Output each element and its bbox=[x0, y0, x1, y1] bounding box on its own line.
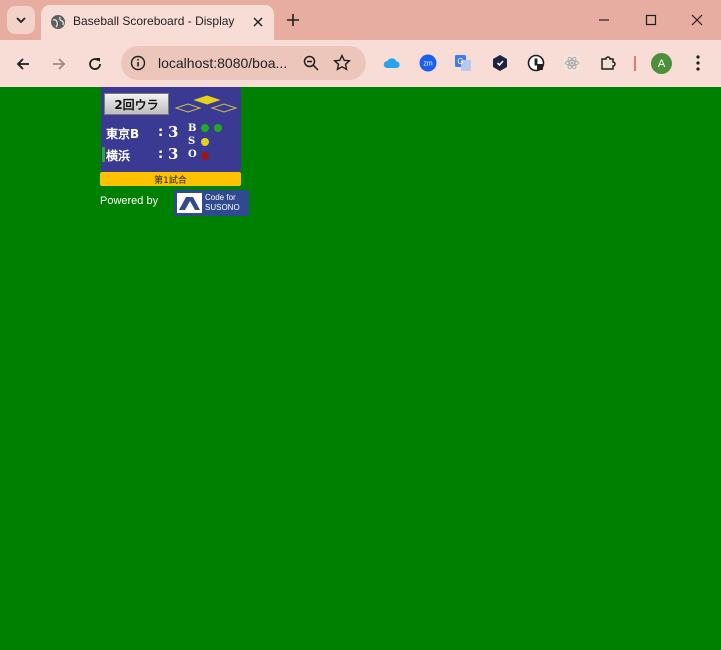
balls-dot bbox=[214, 124, 222, 132]
first-base bbox=[210, 103, 237, 113]
kebab-menu-icon bbox=[696, 55, 700, 71]
team-colon: : bbox=[158, 125, 164, 140]
extensions-button[interactable] bbox=[598, 53, 618, 73]
extension-shield[interactable] bbox=[490, 53, 510, 73]
extension-password[interactable] bbox=[526, 53, 546, 73]
extension-zoom[interactable]: zm bbox=[418, 53, 438, 73]
extension-translate[interactable]: G bbox=[453, 53, 473, 73]
react-icon bbox=[564, 55, 580, 71]
game-number-label: 第1試合 bbox=[100, 172, 241, 186]
team-score: 3 bbox=[168, 145, 179, 163]
powered-by-text: Powered by bbox=[100, 195, 159, 207]
zoom-meetings-icon: zm bbox=[419, 54, 437, 72]
close-icon bbox=[253, 17, 263, 27]
balls-dot bbox=[201, 124, 209, 132]
strikes-dot bbox=[201, 138, 209, 146]
svg-text:G: G bbox=[457, 57, 463, 66]
info-icon[interactable] bbox=[130, 55, 146, 71]
maximize-button[interactable] bbox=[638, 8, 664, 32]
globe-icon bbox=[51, 15, 65, 29]
tab-title: Baseball Scoreboard - Display bbox=[73, 14, 235, 28]
reload-button[interactable] bbox=[82, 51, 108, 77]
tab-close-button[interactable] bbox=[249, 13, 267, 31]
minimize-button[interactable] bbox=[591, 8, 617, 32]
translate-icon: G bbox=[455, 55, 471, 71]
cloud-icon bbox=[383, 58, 400, 68]
plus-icon bbox=[287, 14, 299, 26]
shield-icon bbox=[493, 55, 507, 71]
minimize-icon bbox=[599, 19, 609, 21]
batting-team-marker bbox=[102, 147, 105, 162]
scoreboard: 2回ウラ 東京B : 3 横浜 : 3 B S O bbox=[101, 87, 241, 172]
arrow-left-icon bbox=[16, 58, 29, 70]
strikes-label: S bbox=[188, 136, 196, 147]
outs-label: O bbox=[188, 149, 197, 160]
address-bar[interactable]: localhost:8080/boa... bbox=[121, 46, 366, 80]
back-button[interactable] bbox=[10, 51, 36, 77]
extension-cloud[interactable] bbox=[382, 53, 402, 73]
code-for-logo-mark-icon bbox=[177, 193, 202, 213]
team-score: 3 bbox=[168, 123, 179, 141]
second-base bbox=[193, 95, 221, 105]
extension-react[interactable] bbox=[562, 53, 582, 73]
arrow-right-icon bbox=[53, 58, 66, 70]
chevron-down-icon bbox=[16, 17, 26, 24]
browser-toolbar: localhost:8080/boa... zm G A bbox=[0, 40, 721, 87]
tab-search-button[interactable] bbox=[7, 6, 35, 34]
balls-label: B bbox=[188, 123, 197, 134]
forward-button[interactable] bbox=[46, 51, 72, 77]
star-icon[interactable] bbox=[332, 53, 352, 73]
inning-indicator: 2回ウラ bbox=[104, 93, 169, 115]
browser-tab[interactable]: Baseball Scoreboard - Display bbox=[41, 5, 274, 40]
sponsor-line-1: Code for bbox=[205, 193, 236, 202]
sponsor-line-2: SUSONO bbox=[205, 203, 240, 212]
code-for-susono-logo[interactable]: Code for SUSONO bbox=[174, 190, 249, 216]
svg-text:zm: zm bbox=[423, 61, 433, 68]
outs-dot bbox=[201, 152, 209, 160]
bases-diamond bbox=[175, 95, 237, 113]
reload-icon bbox=[89, 58, 101, 70]
browser-titlebar: Baseball Scoreboard - Display bbox=[0, 0, 721, 40]
close-icon bbox=[691, 14, 703, 26]
password-manager-icon bbox=[527, 54, 545, 72]
team-colon: : bbox=[158, 147, 164, 162]
new-tab-button[interactable] bbox=[282, 9, 304, 31]
zoom-icon[interactable] bbox=[302, 54, 320, 72]
team-name: 東京B bbox=[106, 127, 140, 141]
third-base bbox=[175, 103, 202, 113]
team-name: 横浜 bbox=[106, 149, 131, 163]
browser-menu-button[interactable] bbox=[688, 53, 708, 73]
profile-avatar[interactable]: A bbox=[651, 53, 672, 74]
puzzle-icon bbox=[601, 56, 616, 70]
window-close-button[interactable] bbox=[684, 8, 710, 32]
maximize-icon bbox=[645, 14, 657, 26]
url-text[interactable]: localhost:8080/boa... bbox=[158, 55, 287, 71]
toolbar-divider bbox=[634, 56, 636, 71]
